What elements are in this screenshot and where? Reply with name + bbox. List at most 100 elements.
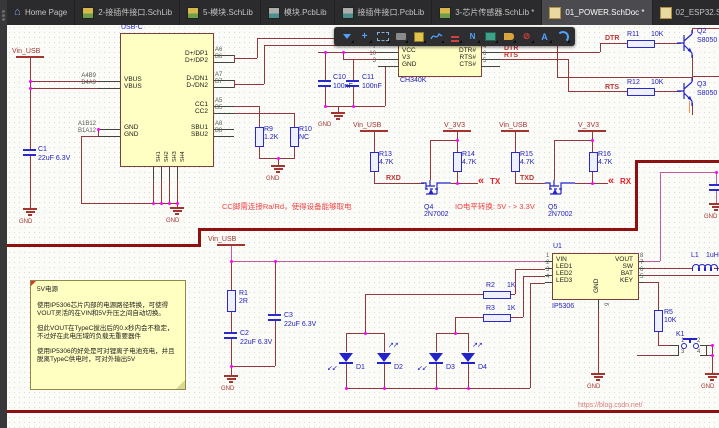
button-k1[interactable]	[689, 340, 691, 343]
place-arc-icon[interactable]	[554, 29, 571, 44]
gnd-power-port[interactable]	[271, 165, 285, 173]
gnd-power-port[interactable]	[331, 112, 345, 120]
tab-schlib-module[interactable]: 5-模块.SchLib	[180, 0, 261, 25]
capacitor-c1[interactable]	[23, 154, 36, 156]
part-val: 100nF	[362, 83, 382, 90]
gnd-power-port[interactable]	[170, 207, 184, 215]
tab-schlib-connector[interactable]: 2-接插件接口.SchLib	[75, 0, 181, 25]
no-erc-icon[interactable]: ⊘	[518, 29, 535, 44]
resistor-r14[interactable]	[453, 152, 462, 172]
cc-annotation: CC脚需连接Ra/Rd，使得设备能够取电	[222, 202, 352, 211]
net-label-rts[interactable]: RTS	[605, 84, 619, 91]
design-note[interactable]: 5V电源 使用IP5306芯片内部的电源路径转换，可使得VOUT灵活的在VIN和…	[30, 280, 186, 390]
gnd-power-port[interactable]	[23, 208, 37, 216]
led-d4[interactable]	[461, 353, 475, 364]
wire-segment	[457, 132, 458, 152]
resistor-r16[interactable]	[589, 152, 598, 172]
resistor-r9[interactable]	[255, 127, 264, 147]
filter-icon[interactable]	[338, 29, 355, 44]
resistor-r3[interactable]	[483, 314, 511, 322]
tab-02-esp32-schdoc[interactable]: 02_ESP32.SchDoc	[653, 0, 719, 25]
capacitor-c2[interactable]	[224, 337, 237, 339]
capacitor[interactable]	[709, 184, 719, 186]
place-wire-icon[interactable]	[428, 29, 445, 44]
power-port-vin_usb[interactable]: Vin_USB	[12, 48, 40, 55]
led-d1[interactable]	[339, 353, 353, 364]
capacitor-c3[interactable]	[268, 319, 281, 321]
place-power-port-icon[interactable]	[446, 29, 463, 44]
wire-segment	[153, 180, 154, 203]
place-part-icon[interactable]	[410, 29, 427, 44]
resistor-r12[interactable]	[627, 88, 655, 96]
place-harness-icon[interactable]	[500, 29, 517, 44]
clipboard-icon[interactable]	[392, 29, 409, 44]
junction-dot	[341, 50, 345, 54]
capacitor-c3[interactable]	[268, 314, 281, 316]
cross-cursor-icon[interactable]: +	[356, 29, 373, 44]
led-d3[interactable]	[429, 353, 443, 364]
part-ref: R16	[598, 151, 611, 158]
tab-01-power-schdoc[interactable]: 01_POWER.SchDoc *	[542, 0, 653, 25]
net-label-txd[interactable]: TXD	[520, 175, 534, 182]
pin-name: SH2	[164, 151, 170, 162]
inductor-l1[interactable]	[710, 264, 718, 271]
power-port-v3v3[interactable]: V_3V3	[578, 122, 599, 129]
capacitor-c11[interactable]	[346, 80, 359, 82]
mosfet-q5[interactable]	[545, 178, 575, 204]
gnd-power-port[interactable]	[709, 203, 719, 211]
gnd-power-port[interactable]	[224, 375, 238, 383]
port-rx[interactable]: RX	[620, 178, 631, 186]
gnd-power-port[interactable]	[591, 373, 605, 381]
ch340k-designator: CH340K	[400, 77, 427, 84]
note-paragraph: 使用IP5306的好处是可对锂离子电池充电，并且脱离TypeC供电时，可对外输出…	[37, 347, 175, 364]
tab-schlib-sensor[interactable]: 3-芯片传感器.SchLib *	[432, 0, 543, 25]
pin-number: 5	[640, 274, 644, 280]
resistor-r13[interactable]	[370, 152, 379, 172]
resistor-r15[interactable]	[511, 152, 520, 172]
pin-name: CC2	[194, 108, 208, 115]
note-paragraph: 但此VOUT在TypeC拔出后的0.x秒内会不稳定，不过好在此电压域的负载无重要…	[37, 324, 174, 341]
tab-home-page[interactable]: ⌂ Home Page	[7, 0, 76, 25]
power-port-v3v3[interactable]: V_3V3	[444, 122, 465, 129]
wire-segment	[530, 283, 545, 284]
place-sheet-symbol-icon[interactable]	[482, 29, 499, 44]
wire-segment	[81, 136, 82, 203]
place-net-label-icon[interactable]: N	[464, 29, 481, 44]
pin-stub	[212, 136, 234, 137]
gnd-label: GND	[221, 386, 235, 392]
mosfet-q4[interactable]	[421, 178, 451, 204]
selection-rect-icon[interactable]	[374, 29, 391, 44]
transistor-q2[interactable]	[677, 30, 695, 60]
net-label-rxd[interactable]: RXD	[386, 175, 401, 182]
power-port-vin_usb[interactable]: Vin_USB	[353, 122, 381, 129]
resistor-r10[interactable]	[290, 127, 299, 147]
resistor-r11[interactable]	[627, 40, 655, 48]
pin-number: A7	[215, 72, 223, 78]
resistor-r2[interactable]	[483, 291, 511, 299]
transistor-q3[interactable]	[677, 78, 695, 108]
capacitor[interactable]	[709, 189, 719, 191]
gnd-label: GND	[701, 384, 715, 390]
wire-segment	[523, 276, 524, 317]
capacitor-c10[interactable]	[318, 80, 331, 82]
net-label-rts[interactable]: RTS	[504, 52, 518, 59]
panel-collapse-strip[interactable]	[0, 0, 7, 428]
resistor-r1[interactable]	[227, 290, 236, 312]
capacitor-c10[interactable]	[318, 85, 331, 87]
tab-pcblib-connector[interactable]: 接插件接口.PcbLib	[335, 0, 433, 25]
resistor-r5[interactable]	[654, 310, 663, 332]
gnd-power-port[interactable]	[705, 373, 719, 381]
capacitor-c2[interactable]	[224, 332, 237, 334]
net-label-dtr[interactable]: DTR	[605, 35, 619, 42]
wire-segment	[231, 261, 545, 262]
port-tx[interactable]: TX	[490, 178, 500, 186]
tab-pcblib-module[interactable]: 模块.PcbLib	[261, 0, 335, 25]
power-port-vin_usb[interactable]: Vin_USB	[208, 236, 236, 243]
capacitor-c1[interactable]	[23, 149, 36, 151]
pin-number: B5	[215, 105, 223, 111]
net-label-dtr[interactable]: DTR	[504, 45, 518, 52]
led-d2[interactable]	[377, 353, 391, 364]
power-port-vin_usb[interactable]: Vin_USB	[499, 122, 527, 129]
wire-segment	[234, 113, 294, 114]
place-text-icon[interactable]: A	[536, 29, 553, 44]
